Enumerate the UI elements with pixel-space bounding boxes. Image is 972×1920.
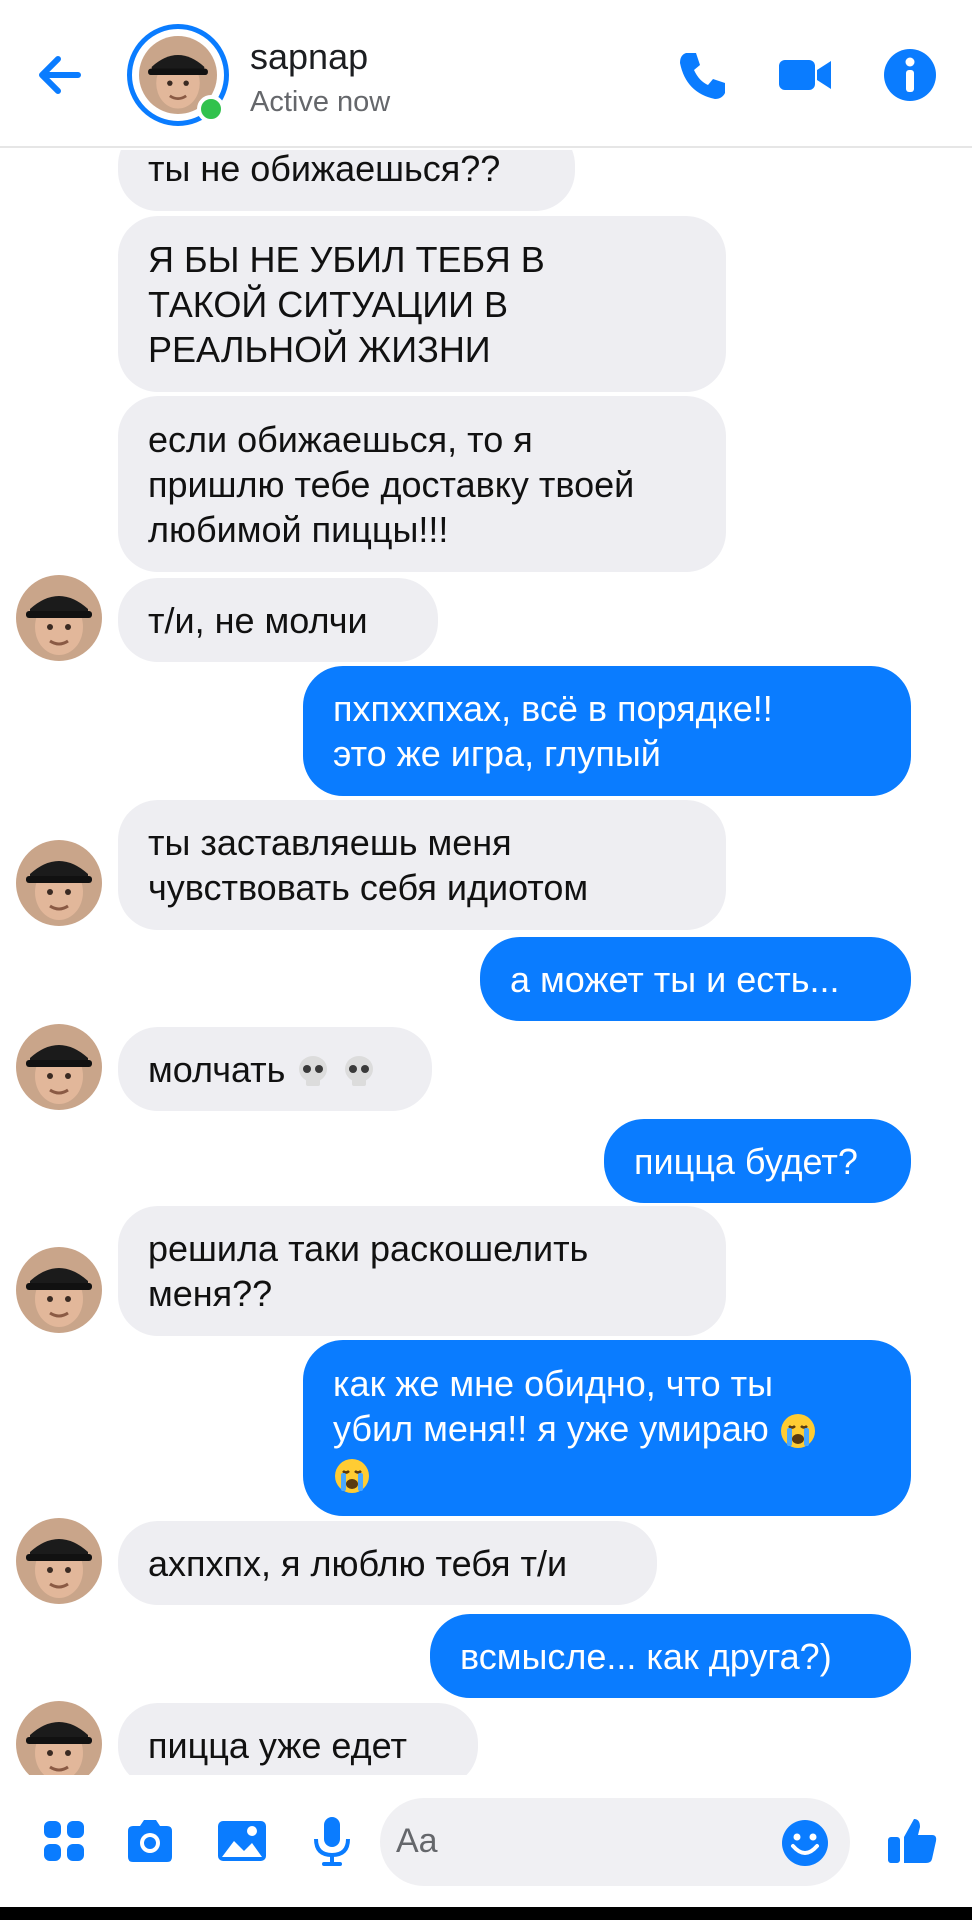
smiley-icon[interactable] (780, 1818, 830, 1868)
message-text: РЕАЛЬНОЙ ЖИЗНИ (148, 328, 491, 370)
message-text: решила таки раскошелить (148, 1228, 589, 1269)
message-line (333, 1451, 881, 1496)
crying-emoji (335, 1458, 369, 1493)
sender-avatar[interactable] (16, 1024, 102, 1110)
message-outgoing[interactable]: пхпххпхах, всё в порядке!! это же игра, … (303, 666, 911, 796)
message-text: пхпххпхах, всё в порядке!! (333, 688, 773, 729)
contact-avatar[interactable] (127, 24, 229, 126)
message-text: ты не обижаешься?? (148, 150, 501, 189)
message-outgoing[interactable]: всмысле... как друга?) (430, 1614, 911, 1698)
message-outgoing[interactable]: а может ты и есть... (480, 937, 911, 1021)
message-text: всмысле... как друга?) (460, 1635, 832, 1677)
microphone-icon[interactable] (304, 1813, 360, 1869)
message-text: если обижаешься, то я (148, 418, 533, 460)
chat-header: sapnap Active now (0, 0, 972, 148)
sender-avatar[interactable] (16, 1247, 102, 1333)
message-outgoing[interactable]: как же мне обидно, что ты убил меня!! я … (303, 1340, 911, 1516)
sender-avatar[interactable] (16, 575, 102, 661)
message-incoming[interactable]: ты заставляешь меня чувствовать себя иди… (118, 800, 726, 930)
message-incoming[interactable]: т/и, не молчи (118, 578, 438, 662)
online-status-dot (197, 95, 225, 123)
camera-icon[interactable] (122, 1813, 178, 1869)
info-icon[interactable] (880, 45, 940, 105)
video-call-icon[interactable] (775, 45, 835, 105)
sender-avatar[interactable] (16, 1701, 102, 1775)
message-text: любимой пиццы!!! (148, 508, 449, 550)
message-text: пицца уже едет (148, 1724, 407, 1766)
contact-status: Active now (250, 86, 391, 118)
message-text: т/и, не молчи (148, 599, 368, 641)
gallery-icon[interactable] (214, 1813, 270, 1869)
message-text: Я БЫ НЕ УБИЛ ТЕБЯ В (148, 238, 545, 280)
message-input-placeholder: Aa (396, 1822, 438, 1860)
apps-icon[interactable] (36, 1813, 92, 1869)
message-text: убил меня!! я уже умираю (333, 1407, 769, 1449)
message-text: пицца будет? (634, 1140, 858, 1182)
message-outgoing[interactable]: пицца будет? (604, 1119, 911, 1203)
message-incoming[interactable]: ахпхпх, я люблю тебя т/и (118, 1521, 657, 1605)
message-text: ахпхпх, я люблю тебя т/и (148, 1542, 568, 1584)
message-incoming[interactable]: если обижаешься, то я пришлю тебе достав… (118, 396, 726, 572)
message-thread[interactable]: ты не обижаешься?? Я БЫ НЕ УБИЛ ТЕБЯ В Т… (0, 150, 972, 1775)
message-line: молчать (148, 1047, 402, 1092)
message-text: ты заставляешь меня (148, 822, 512, 863)
message-text: молчать (148, 1048, 286, 1090)
skull-emoji (345, 1055, 374, 1086)
message-incoming[interactable]: молчать (118, 1027, 432, 1111)
message-text: ТАКОЙ СИТУАЦИИ В (148, 283, 508, 325)
message-text: это же игра, глупый (333, 733, 661, 774)
message-text: чувствовать себя идиотом (148, 867, 589, 908)
message-text: а может ты и есть... (510, 958, 840, 1000)
message-text: меня?? (148, 1273, 273, 1314)
message-incoming[interactable]: пицца уже едет (118, 1703, 478, 1775)
message-text: как же мне обидно, что ты (333, 1362, 773, 1404)
phone-call-icon[interactable] (672, 45, 732, 105)
crying-emoji (780, 1413, 815, 1448)
contact-name[interactable]: sapnap (250, 36, 368, 78)
back-arrow-icon[interactable] (30, 45, 90, 105)
sender-avatar[interactable] (16, 1518, 102, 1604)
message-incoming[interactable]: ты не обижаешься?? (118, 150, 575, 211)
message-line: убил меня!! я уже умираю (333, 1406, 881, 1451)
message-incoming[interactable]: решила таки раскошелить меня?? (118, 1206, 726, 1336)
message-text: пришлю тебе доставку твоей (148, 463, 635, 505)
thumbs-up-icon[interactable] (884, 1813, 940, 1869)
sender-avatar[interactable] (16, 840, 102, 926)
message-composer: Aa (0, 1775, 972, 1907)
system-navigation-bar (0, 1907, 972, 1920)
message-input[interactable]: Aa (380, 1798, 850, 1886)
skull-emoji (299, 1055, 328, 1086)
message-incoming[interactable]: Я БЫ НЕ УБИЛ ТЕБЯ В ТАКОЙ СИТУАЦИИ В РЕА… (118, 216, 726, 392)
